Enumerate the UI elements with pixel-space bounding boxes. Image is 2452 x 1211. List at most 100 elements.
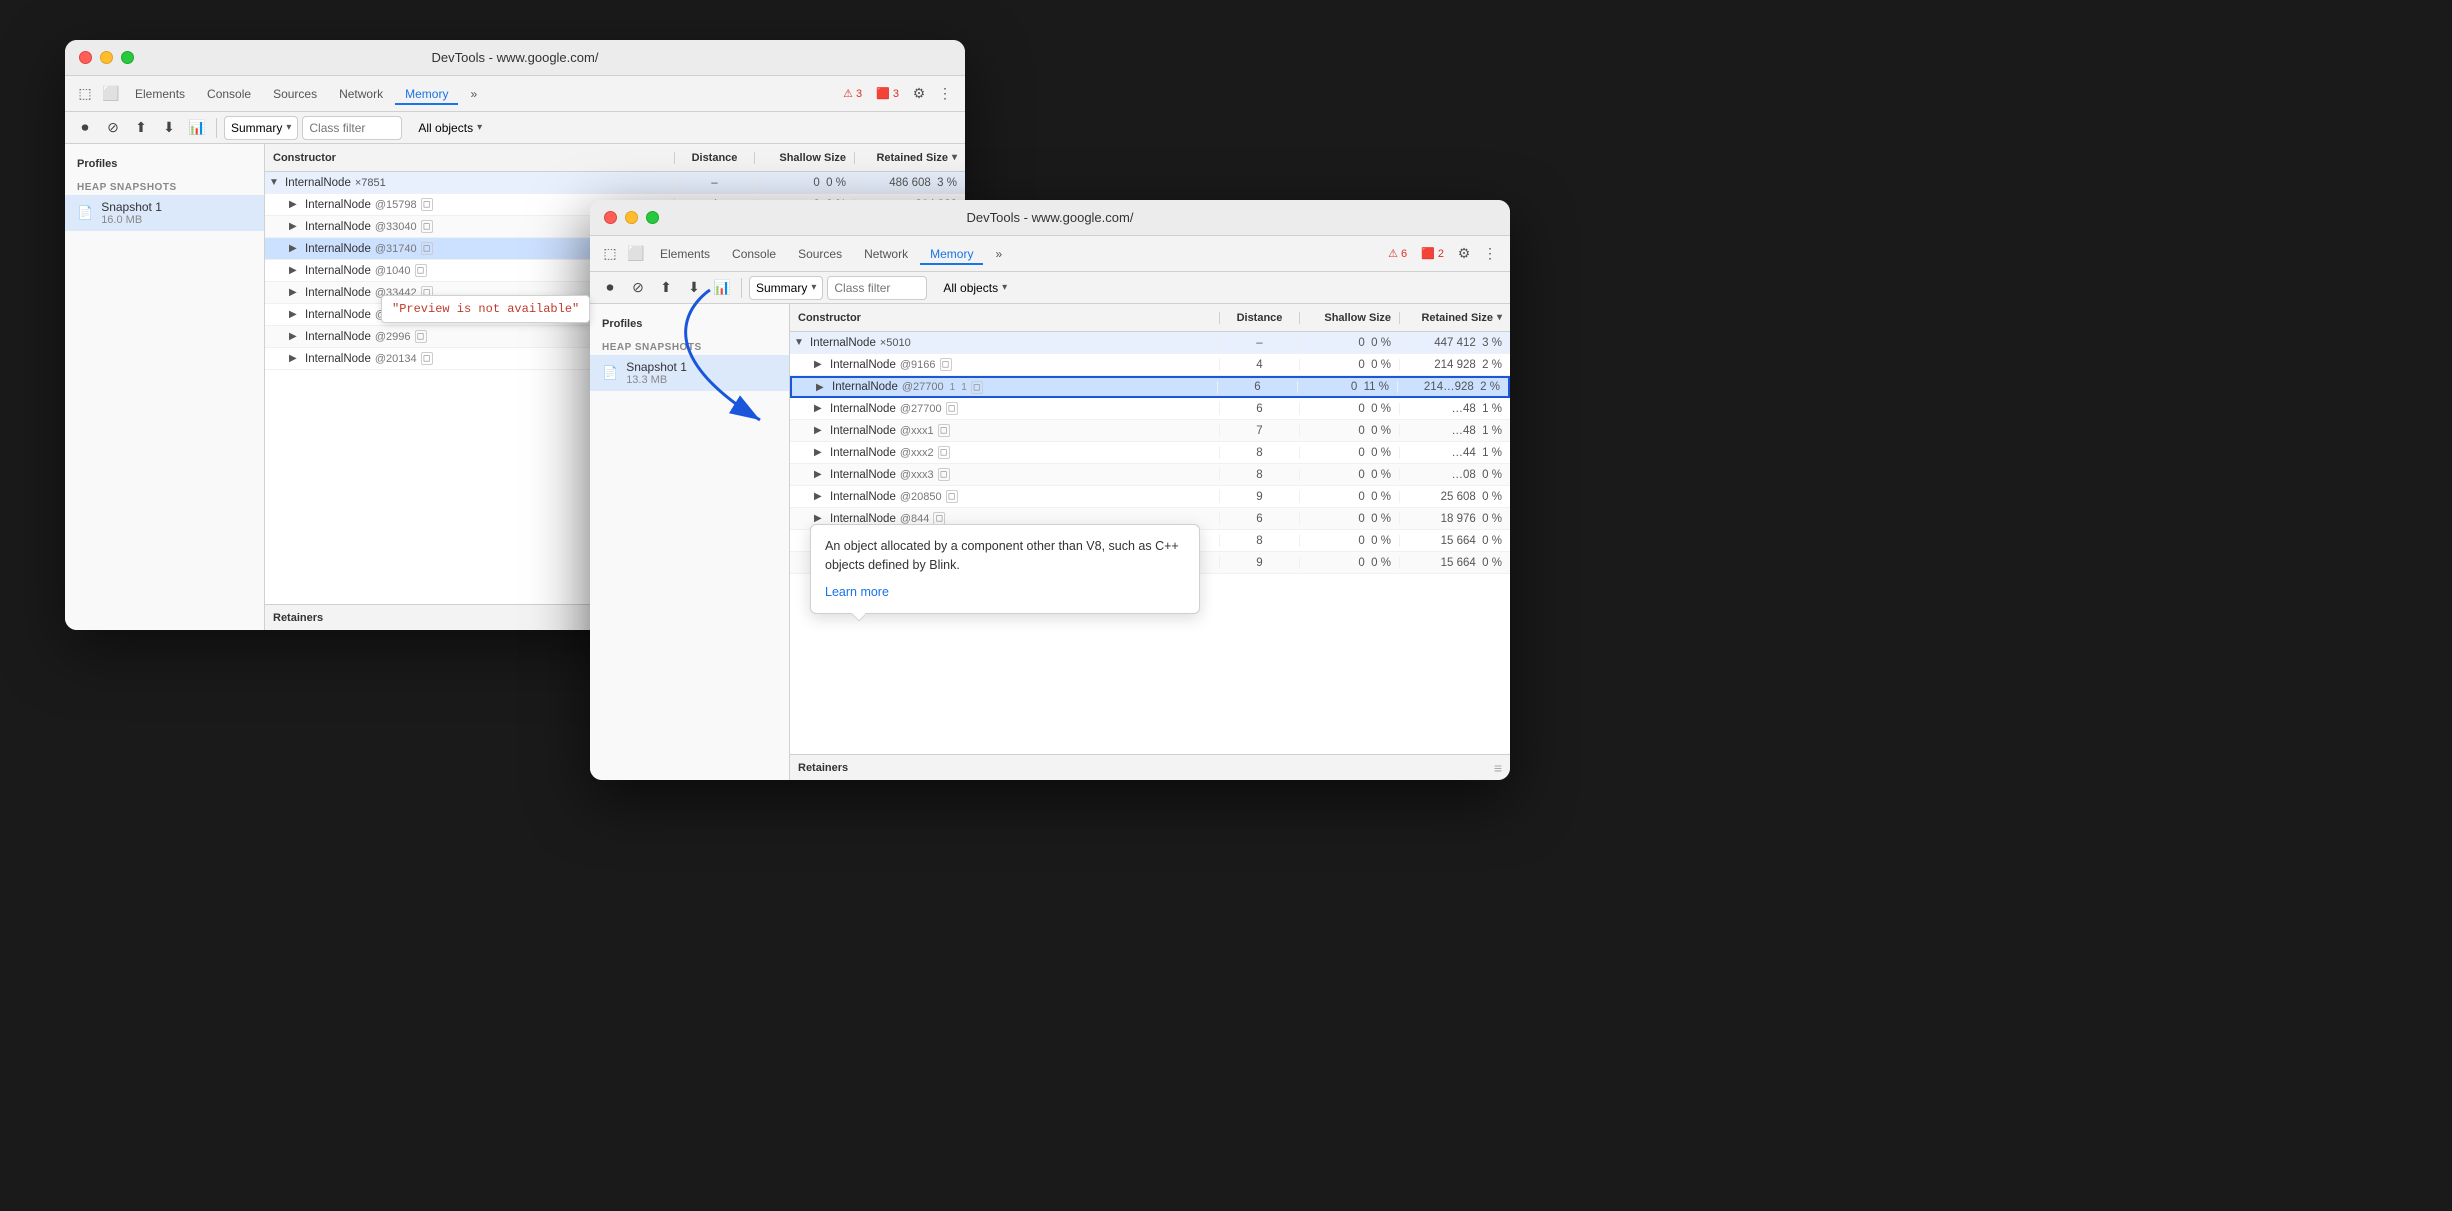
node-name: InternalNode	[810, 337, 876, 349]
maximize-button-back[interactable]	[121, 51, 134, 64]
record-btn-back[interactable]: ⏺	[73, 116, 97, 140]
snapshot-label-back: Snapshot 1	[101, 200, 162, 214]
tab-console-back[interactable]: Console	[197, 83, 261, 105]
class-filter-back[interactable]	[302, 116, 402, 140]
expand-icon[interactable]: ▼	[269, 177, 281, 188]
warn-icon-back: ⚠	[843, 87, 853, 100]
tab-more-front[interactable]: »	[985, 243, 1012, 265]
expand-icon[interactable]: ▶	[814, 359, 826, 370]
tr-shallow: 0 0 %	[755, 177, 855, 189]
summary-label-back: Summary	[231, 121, 282, 135]
tr-distance: –	[1220, 337, 1300, 349]
all-objects-select-back[interactable]: All objects ▾	[412, 119, 488, 137]
table-row[interactable]: ▼ InternalNode ×7851 – 0 0 % 486 608 3 %	[265, 172, 965, 194]
table-row[interactable]: ▶ InternalNode @xxx3 □ 8 0 0 % …08 0 %	[790, 464, 1510, 486]
settings-icon-front[interactable]: ⚙	[1452, 242, 1476, 266]
inspect-icon-front[interactable]: ⬚	[598, 242, 622, 266]
table-row[interactable]: ▶ InternalNode @27700 1 1 □ 6 0 11 % 214…	[790, 376, 1510, 398]
inspect-icon[interactable]: ⬚	[73, 82, 97, 106]
node-count: ×7851	[355, 177, 386, 189]
node-name: InternalNode	[830, 447, 896, 459]
expand-icon[interactable]: ▶	[814, 469, 826, 480]
close-button-back[interactable]	[79, 51, 92, 64]
tab-memory-front[interactable]: Memory	[920, 243, 983, 265]
summary-select-back[interactable]: Summary ▾	[224, 116, 298, 140]
tab-elements-front[interactable]: Elements	[650, 243, 720, 265]
learn-more-link[interactable]: Learn more	[825, 583, 1185, 602]
snapshot-btn-back[interactable]: 📊	[185, 116, 209, 140]
node-id: @15798	[375, 199, 417, 211]
tab-console-front[interactable]: Console	[722, 243, 786, 265]
tr-retained: 18 976 0 %	[1400, 513, 1510, 525]
upload-btn-back[interactable]: ⬆	[129, 116, 153, 140]
snapshot-item-back[interactable]: 📄 Snapshot 1 16.0 MB	[65, 195, 264, 231]
expand-icon[interactable]: ▶	[289, 265, 301, 276]
node-id: @844	[900, 513, 930, 525]
tab-more-back[interactable]: »	[460, 83, 487, 105]
tr-shallow: 0 0 %	[1300, 469, 1400, 481]
summary-arrow-front: ▾	[811, 282, 816, 293]
snapshot-icon-back: 📄	[77, 205, 93, 221]
table-row[interactable]: ▶ InternalNode @20850 □ 9 0 0 % 25 608 0…	[790, 486, 1510, 508]
expand-icon[interactable]: ▶	[816, 382, 828, 393]
settings-icon-back[interactable]: ⚙	[907, 82, 931, 106]
table-row[interactable]: ▼ InternalNode ×5010 – 0 0 % 447 412 3 %	[790, 332, 1510, 354]
expand-icon[interactable]: ▶	[289, 243, 301, 254]
table-row[interactable]: ▶ InternalNode @xxx2 □ 8 0 0 % …44 1 %	[790, 442, 1510, 464]
snapshot-item-front[interactable]: 📄 Snapshot 1 13.3 MB	[590, 355, 789, 391]
tab-memory-back[interactable]: Memory	[395, 83, 458, 105]
tr-shallow: 0 0 %	[1300, 425, 1400, 437]
err-count-back: 3	[893, 88, 899, 100]
expand-icon[interactable]: ▶	[289, 353, 301, 364]
tr-shallow: 0 0 %	[1300, 447, 1400, 459]
minimize-button-front[interactable]	[625, 211, 638, 224]
snapshot-info-back: Snapshot 1 16.0 MB	[101, 200, 162, 226]
snapshot-btn-front[interactable]: 📊	[710, 276, 734, 300]
table-row[interactable]: ▶ InternalNode @9166 □ 4 0 0 % 214 928 2…	[790, 354, 1510, 376]
tr-constructor: ▶ InternalNode @27700 □	[790, 402, 1220, 415]
tab-sources-front[interactable]: Sources	[788, 243, 852, 265]
minimize-button-back[interactable]	[100, 51, 113, 64]
expand-icon[interactable]: ▶	[289, 199, 301, 210]
tab-elements-back[interactable]: Elements	[125, 83, 195, 105]
device-icon[interactable]: ⬜	[99, 82, 123, 106]
expand-icon[interactable]: ▶	[289, 221, 301, 232]
maximize-button-front[interactable]	[646, 211, 659, 224]
toolbar-back: ⏺ ⊘ ⬆ ⬇ 📊 Summary ▾ All objects ▾	[65, 112, 965, 144]
tab-network-front[interactable]: Network	[854, 243, 918, 265]
tr-retained: …48 1 %	[1400, 425, 1510, 437]
more-icon-back[interactable]: ⋮	[933, 82, 957, 106]
stop-btn-front[interactable]: ⊘	[626, 276, 650, 300]
device-icon-front[interactable]: ⬜	[624, 242, 648, 266]
node-icon: □	[971, 381, 983, 394]
node-id: @27700	[900, 403, 942, 415]
expand-icon[interactable]: ▶	[814, 513, 826, 524]
more-icon-front[interactable]: ⋮	[1478, 242, 1502, 266]
expand-icon[interactable]: ▶	[814, 447, 826, 458]
expand-icon[interactable]: ▼	[794, 337, 806, 348]
warn-badge-front: ⚠ 6	[1382, 245, 1413, 262]
node-id: @9166	[900, 359, 936, 371]
expand-icon[interactable]: ▶	[814, 425, 826, 436]
download-btn-back[interactable]: ⬇	[157, 116, 181, 140]
retainers-bar-front: Retainers ≡	[790, 754, 1510, 780]
expand-icon[interactable]: ▶	[289, 309, 301, 320]
download-btn-front[interactable]: ⬇	[682, 276, 706, 300]
expand-icon[interactable]: ▶	[814, 491, 826, 502]
tab-sources-back[interactable]: Sources	[263, 83, 327, 105]
devtools-window-front: DevTools - www.google.com/ ⬚ ⬜ Elements …	[590, 200, 1510, 780]
class-filter-front[interactable]	[827, 276, 927, 300]
stop-btn-back[interactable]: ⊘	[101, 116, 125, 140]
all-objects-select-front[interactable]: All objects ▾	[937, 279, 1013, 297]
expand-icon[interactable]: ▶	[814, 403, 826, 414]
expand-icon[interactable]: ▶	[289, 331, 301, 342]
tab-network-back[interactable]: Network	[329, 83, 393, 105]
divider-back	[216, 118, 217, 138]
close-button-front[interactable]	[604, 211, 617, 224]
table-row[interactable]: ▶ InternalNode @xxx1 □ 7 0 0 % …48 1 %	[790, 420, 1510, 442]
record-btn-front[interactable]: ⏺	[598, 276, 622, 300]
upload-btn-front[interactable]: ⬆	[654, 276, 678, 300]
table-row[interactable]: ▶ InternalNode @27700 □ 6 0 0 % …48 1 %	[790, 398, 1510, 420]
summary-select-front[interactable]: Summary ▾	[749, 276, 823, 300]
expand-icon[interactable]: ▶	[289, 287, 301, 298]
